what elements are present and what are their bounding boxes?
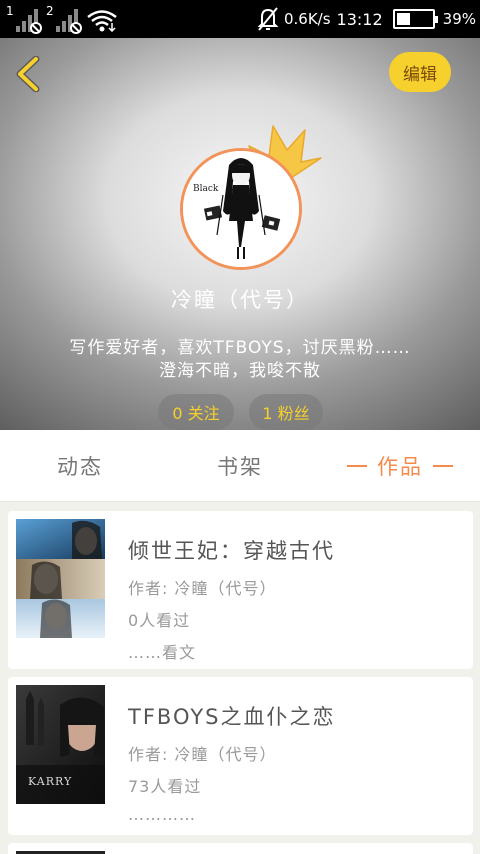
work-card[interactable]: 倾世王妃：穿越古代 作者: 冷瞳（代号） 0人看过 ……看文 <box>8 511 473 669</box>
following-count-button[interactable]: 0 关注 <box>158 394 234 430</box>
bio-line-1: 写作爱好者，喜欢TFBOYS，讨厌黑粉…… <box>69 338 411 358</box>
work-title: 倾世王妃：穿越古代 <box>128 539 335 563</box>
work-excerpt: ……看文 <box>128 643 197 662</box>
tab-bookshelf[interactable]: 书架 <box>160 430 320 501</box>
work-excerpt: ………… <box>128 805 196 824</box>
cover-text: KARRY <box>28 775 72 788</box>
followers-count-button[interactable]: 1 粉丝 <box>249 394 323 430</box>
sim1-signal: 1 <box>6 4 46 34</box>
network-speed: 0.6K/s <box>283 10 331 28</box>
nickname: 冷瞳（代号） <box>171 288 309 312</box>
clock: 13:12 <box>336 9 383 29</box>
signal-icon <box>56 8 82 34</box>
work-views: 0人看过 <box>128 611 191 630</box>
battery-level <box>396 13 410 25</box>
work-author: 作者: 冷瞳（代号） <box>128 745 277 764</box>
avatar-caption: Black <box>193 184 219 194</box>
profile-header: 编辑 Black 冷瞳（代号） 写作爱好者，喜欢TFBOYS，讨厌黑粉…… 澄海… <box>0 38 480 430</box>
bio-line-2: 澄海不暗，我唆不散 <box>159 361 321 381</box>
work-card[interactable]: KARRY TFBOYS之血仆之恋 作者: 冷瞳（代号） 73人看过 ………… <box>8 677 473 835</box>
tab-works[interactable]: 作品 <box>320 430 480 501</box>
sim1-label: 1 <box>6 4 14 18</box>
book-cover: KARRY <box>16 685 105 804</box>
sim2-label: 2 <box>46 4 54 18</box>
tab-activity[interactable]: 动态 <box>0 430 160 501</box>
status-bar: 1 2 0.6K/s 13:12 39% <box>0 0 480 38</box>
work-views: 73人看过 <box>128 777 202 796</box>
active-tab-indicator <box>347 464 367 467</box>
mute-icon <box>257 7 279 31</box>
battery-percent: 39% <box>442 10 476 28</box>
edit-button[interactable]: 编辑 <box>389 52 451 92</box>
work-title: TFBOYS之血仆之恋 <box>128 705 336 729</box>
tab-label: 动态 <box>57 454 103 479</box>
work-author: 作者: 冷瞳（代号） <box>128 579 277 598</box>
book-cover <box>16 519 105 638</box>
tab-label: 书架 <box>217 454 263 479</box>
back-arrow-icon[interactable] <box>14 56 44 92</box>
profile-tabs: 动态 书架 作品 <box>0 430 480 502</box>
avatar-image: Black <box>183 151 299 267</box>
wifi-icon <box>87 10 117 32</box>
no-signal-icon <box>30 22 42 34</box>
active-tab-indicator <box>433 464 453 467</box>
signal-icon <box>16 8 42 34</box>
work-card[interactable] <box>8 843 473 854</box>
tab-label: 作品 <box>377 454 423 479</box>
sim2-signal: 2 <box>46 4 86 34</box>
no-signal-icon <box>70 22 82 34</box>
avatar[interactable]: Black <box>180 148 302 270</box>
battery-icon <box>392 9 438 29</box>
